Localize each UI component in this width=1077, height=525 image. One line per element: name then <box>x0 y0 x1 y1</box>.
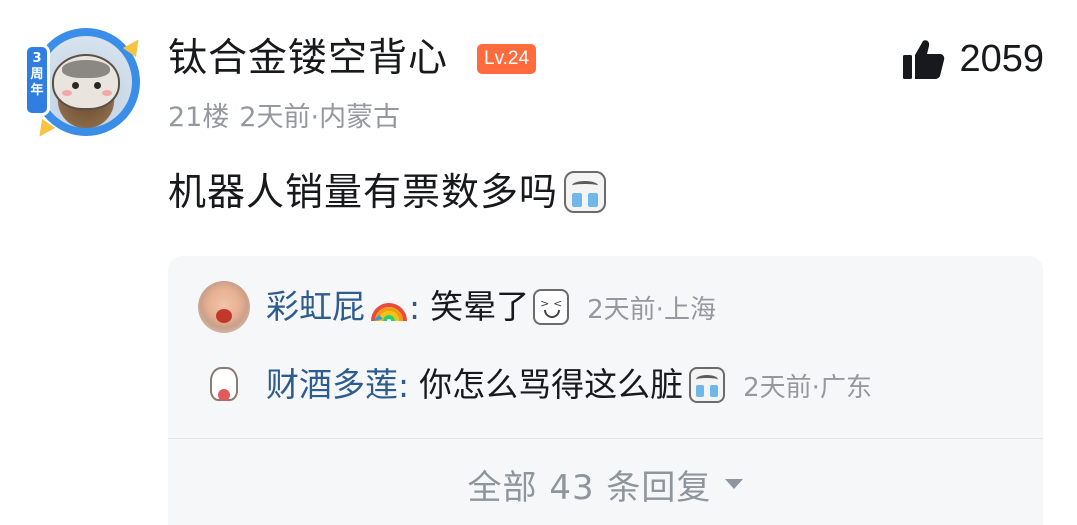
reply-meta: 2天前·上海 <box>587 289 716 326</box>
meta-separator: · <box>811 372 820 403</box>
like-count: 2059 <box>959 38 1044 80</box>
meta-separator: · <box>310 102 320 133</box>
cry-laugh-emoji-icon <box>689 367 726 403</box>
like-button[interactable]: 2059 <box>901 36 1044 82</box>
user-avatar[interactable]: 3周年 <box>24 26 146 146</box>
reply-meta: 2天前·广东 <box>743 367 872 404</box>
reply-item[interactable]: 彩虹屁 : 笑晕了 > < 2天前·上海 <box>198 280 716 334</box>
reply-location: 上海 <box>663 294 716 325</box>
view-all-label: 全部 43 条回复 <box>467 467 712 508</box>
laugh-emoji-icon: > < <box>533 289 570 325</box>
comment-body: 机器人销量有票数多吗 <box>168 170 559 214</box>
anniversary-badge: 3周年 <box>24 44 50 116</box>
reply-username[interactable]: 彩虹屁 <box>266 285 365 329</box>
hamster-illustration <box>52 54 120 110</box>
reply-text: 你怎么骂得这么脏 <box>419 365 684 404</box>
reply-username[interactable]: 财酒多莲 <box>266 363 398 407</box>
post-time: 2天前 <box>239 102 311 133</box>
avatar-image <box>40 36 132 128</box>
cry-laugh-emoji-icon <box>564 171 607 213</box>
reply-section: 彩虹屁 : 笑晕了 > < 2天前·上海 财酒多莲 : 你怎么骂得这么脏 2天前… <box>168 256 1043 525</box>
caret-down-icon <box>725 479 744 489</box>
reply-avatar[interactable] <box>198 359 250 411</box>
divider <box>168 438 1043 439</box>
comment-meta: 21楼 2天前 · 内蒙古 <box>168 100 400 136</box>
view-all-replies-button[interactable]: 全部 43 条回复 <box>168 456 1043 512</box>
reply-text: 笑晕了 <box>430 287 530 326</box>
reply-avatar[interactable] <box>198 281 250 333</box>
floor-number: 21楼 <box>168 102 230 133</box>
comment-card: 3周年 钛合金镂空背心 Lv.24 2059 21楼 2天前 · 内蒙古 机器人… <box>0 0 1077 525</box>
rainbow-icon <box>371 303 407 322</box>
thumbs-up-icon <box>903 40 945 79</box>
reply-colon: : <box>398 365 410 405</box>
reply-colon: : <box>409 287 421 327</box>
post-location: 内蒙古 <box>319 102 401 133</box>
meta-separator: · <box>655 294 664 325</box>
username[interactable]: 钛合金镂空背心 <box>168 34 448 84</box>
reply-location: 广东 <box>819 372 872 403</box>
reply-time: 2天前 <box>587 294 656 325</box>
level-badge: Lv.24 <box>477 44 537 74</box>
reply-item[interactable]: 财酒多莲 : 你怎么骂得这么脏 2天前·广东 <box>198 358 872 412</box>
comment-text: 机器人销量有票数多吗 <box>168 166 607 218</box>
reply-time: 2天前 <box>743 372 812 403</box>
